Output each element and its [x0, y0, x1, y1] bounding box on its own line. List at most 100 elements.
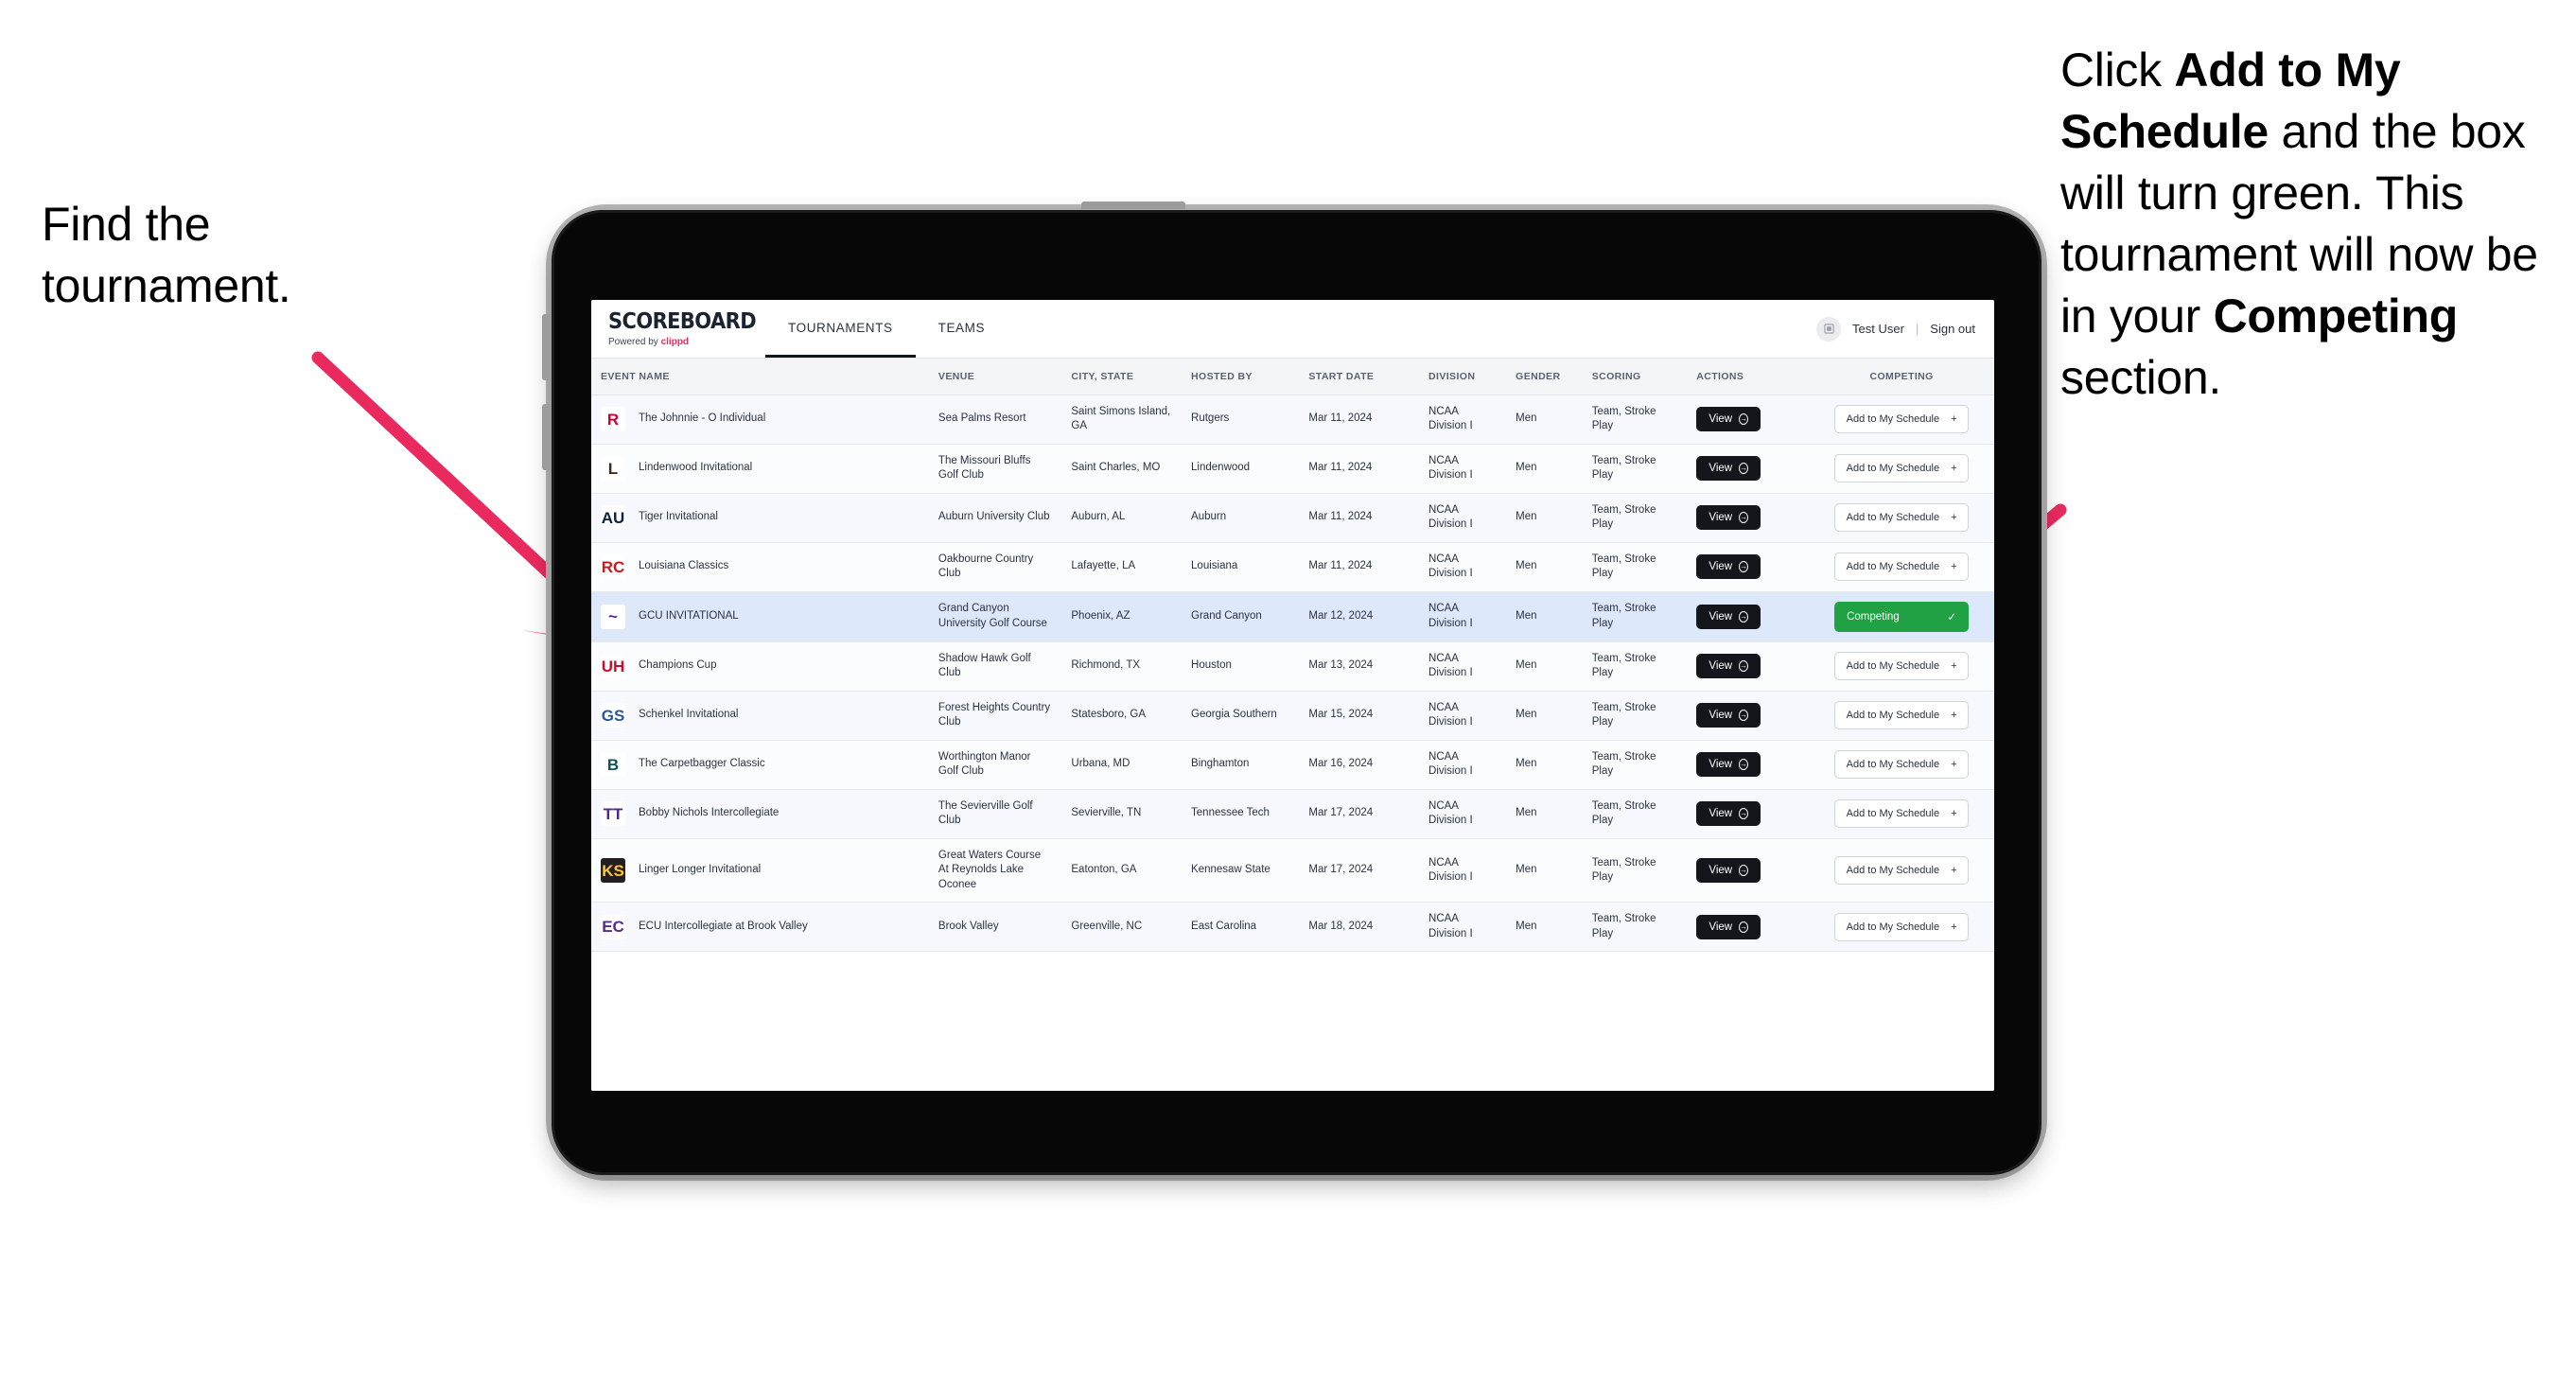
team-logo-icon: ~ — [601, 604, 625, 629]
cell-gender: Men — [1506, 691, 1583, 741]
cell-gender: Men — [1506, 493, 1583, 543]
add-to-my-schedule-button[interactable]: Add to My Schedule + — [1834, 652, 1970, 681]
add-to-my-schedule-button[interactable]: Add to My Schedule + — [1834, 553, 1970, 582]
app-screen: SCOREBOARD Powered by clippd TOURNAMENTS… — [591, 300, 1994, 1091]
tournaments-table: EVENT NAME VENUE CITY, STATE HOSTED BY S… — [591, 359, 1994, 953]
cell-gender: Men — [1506, 542, 1583, 592]
table-row[interactable]: RC Louisiana Classics Oakbourne Country … — [591, 542, 1994, 592]
col-competing[interactable]: COMPETING — [1809, 359, 1994, 395]
add-to-my-schedule-button[interactable]: Add to My Schedule + — [1834, 750, 1970, 780]
col-scoring[interactable]: SCORING — [1582, 359, 1688, 395]
cell-start-date: Mar 15, 2024 — [1299, 691, 1420, 741]
cell-competing: Add to My Schedule + — [1809, 444, 1994, 494]
view-button[interactable]: View → — [1696, 914, 1761, 939]
arrow-right-circle-icon: → — [1739, 921, 1749, 933]
cell-city-state: Saint Charles, MO — [1061, 444, 1183, 494]
col-gender[interactable]: GENDER — [1506, 359, 1583, 395]
add-to-my-schedule-label: Add to My Schedule — [1846, 710, 1940, 722]
arrow-right-circle-icon: → — [1739, 865, 1749, 877]
view-button[interactable]: View → — [1696, 801, 1761, 827]
cell-event-name: AU Tiger Invitational — [591, 493, 929, 543]
tournaments-table-scroll[interactable]: EVENT NAME VENUE CITY, STATE HOSTED BY S… — [591, 359, 1994, 1091]
view-button[interactable]: View → — [1696, 505, 1761, 531]
table-row[interactable]: GS Schenkel Invitational Forest Heights … — [591, 691, 1994, 741]
view-button[interactable]: View → — [1696, 554, 1761, 580]
cell-event-name: ~ GCU INVITATIONAL — [591, 591, 929, 642]
table-row[interactable]: L Lindenwood Invitational The Missouri B… — [591, 444, 1994, 494]
view-button[interactable]: View → — [1696, 456, 1761, 482]
table-row[interactable]: TT Bobby Nichols Intercollegiate The Sev… — [591, 789, 1994, 839]
cell-actions: View → — [1687, 542, 1810, 592]
view-button[interactable]: View → — [1696, 407, 1761, 432]
event-name-text: Bobby Nichols Intercollegiate — [639, 807, 780, 819]
cell-scoring: Team, Stroke Play — [1582, 591, 1688, 642]
cell-division: NCAA Division I — [1419, 542, 1507, 592]
plus-icon: + — [1951, 759, 1957, 771]
table-row[interactable]: KS Linger Longer Invitational Great Wate… — [591, 838, 1994, 904]
competing-button[interactable]: Competing ✓ — [1834, 601, 1970, 632]
add-to-my-schedule-button[interactable]: Add to My Schedule + — [1834, 405, 1970, 434]
view-label: View — [1709, 865, 1733, 877]
cell-event-name: KS Linger Longer Invitational — [591, 838, 929, 904]
cell-venue: Auburn University Club — [928, 493, 1062, 543]
col-division[interactable]: DIVISION — [1419, 359, 1507, 395]
tab-tournaments[interactable]: TOURNAMENTS — [765, 300, 916, 358]
cell-actions: View → — [1687, 395, 1810, 445]
view-button[interactable]: View → — [1696, 604, 1761, 629]
cell-event-name: GS Schenkel Invitational — [591, 691, 929, 741]
header-user-area: Test User | Sign out — [1816, 300, 1994, 358]
view-button[interactable]: View → — [1696, 703, 1761, 728]
cell-division: NCAA Division I — [1419, 740, 1507, 790]
tab-teams[interactable]: TEAMS — [916, 300, 1008, 358]
arrow-right-circle-icon: → — [1739, 413, 1749, 426]
user-avatar-icon[interactable] — [1816, 316, 1841, 342]
add-to-my-schedule-label: Add to My Schedule — [1846, 808, 1940, 820]
cell-city-state: Greenville, NC — [1061, 902, 1183, 953]
nav-tabs: TOURNAMENTS TEAMS — [765, 300, 1008, 358]
view-button[interactable]: View → — [1696, 654, 1761, 679]
power-button[interactable] — [1081, 202, 1185, 209]
cell-scoring: Team, Stroke Play — [1582, 902, 1688, 953]
table-row[interactable]: AU Tiger Invitational Auburn University … — [591, 493, 1994, 543]
col-city-state[interactable]: CITY, STATE — [1061, 359, 1183, 395]
cell-competing: Add to My Schedule + — [1809, 542, 1994, 592]
cell-gender: Men — [1506, 838, 1583, 904]
volume-up-button[interactable] — [542, 314, 551, 380]
cell-scoring: Team, Stroke Play — [1582, 838, 1688, 904]
col-start-date[interactable]: START DATE — [1299, 359, 1420, 395]
col-hosted-by[interactable]: HOSTED BY — [1182, 359, 1300, 395]
team-logo-icon: TT — [601, 801, 625, 827]
cell-city-state: Richmond, TX — [1061, 641, 1183, 692]
add-to-my-schedule-button[interactable]: Add to My Schedule + — [1834, 454, 1970, 483]
table-row[interactable]: UH Champions Cup Shadow Hawk Golf Club R… — [591, 641, 1994, 692]
add-to-my-schedule-button[interactable]: Add to My Schedule + — [1834, 701, 1970, 730]
header-separator: | — [1915, 322, 1919, 336]
add-to-my-schedule-button[interactable]: Add to My Schedule + — [1834, 856, 1970, 886]
table-row[interactable]: ~ GCU INVITATIONAL Grand Canyon Universi… — [591, 591, 1994, 642]
sign-out-link[interactable]: Sign out — [1930, 322, 1975, 336]
table-row[interactable]: R The Johnnie - O Individual Sea Palms R… — [591, 395, 1994, 445]
volume-down-button[interactable] — [542, 404, 551, 470]
add-to-my-schedule-button[interactable]: Add to My Schedule + — [1834, 799, 1970, 829]
cell-venue: The Missouri Bluffs Golf Club — [928, 444, 1062, 494]
add-to-my-schedule-button[interactable]: Add to My Schedule + — [1834, 503, 1970, 533]
table-body: R The Johnnie - O Individual Sea Palms R… — [591, 395, 1994, 953]
view-button[interactable]: View → — [1696, 752, 1761, 778]
arrow-right-circle-icon: → — [1739, 512, 1749, 524]
plus-icon: + — [1951, 660, 1957, 673]
cell-scoring: Team, Stroke Play — [1582, 444, 1688, 494]
col-actions[interactable]: ACTIONS — [1687, 359, 1810, 395]
plus-icon: + — [1951, 808, 1957, 820]
table-row[interactable]: EC ECU Intercollegiate at Brook Valley B… — [591, 902, 1994, 953]
cell-competing: Add to My Schedule + — [1809, 691, 1994, 741]
cell-start-date: Mar 17, 2024 — [1299, 789, 1420, 839]
cell-hosted-by: East Carolina — [1182, 902, 1300, 953]
view-label: View — [1709, 660, 1733, 673]
cell-city-state: Urbana, MD — [1061, 740, 1183, 790]
add-to-my-schedule-button[interactable]: Add to My Schedule + — [1834, 912, 1970, 941]
col-event-name[interactable]: EVENT NAME — [591, 359, 929, 395]
cell-competing: Competing ✓ — [1809, 591, 1994, 642]
table-row[interactable]: B The Carpetbagger Classic Worthington M… — [591, 740, 1994, 790]
col-venue[interactable]: VENUE — [928, 359, 1062, 395]
view-button[interactable]: View → — [1696, 858, 1761, 884]
